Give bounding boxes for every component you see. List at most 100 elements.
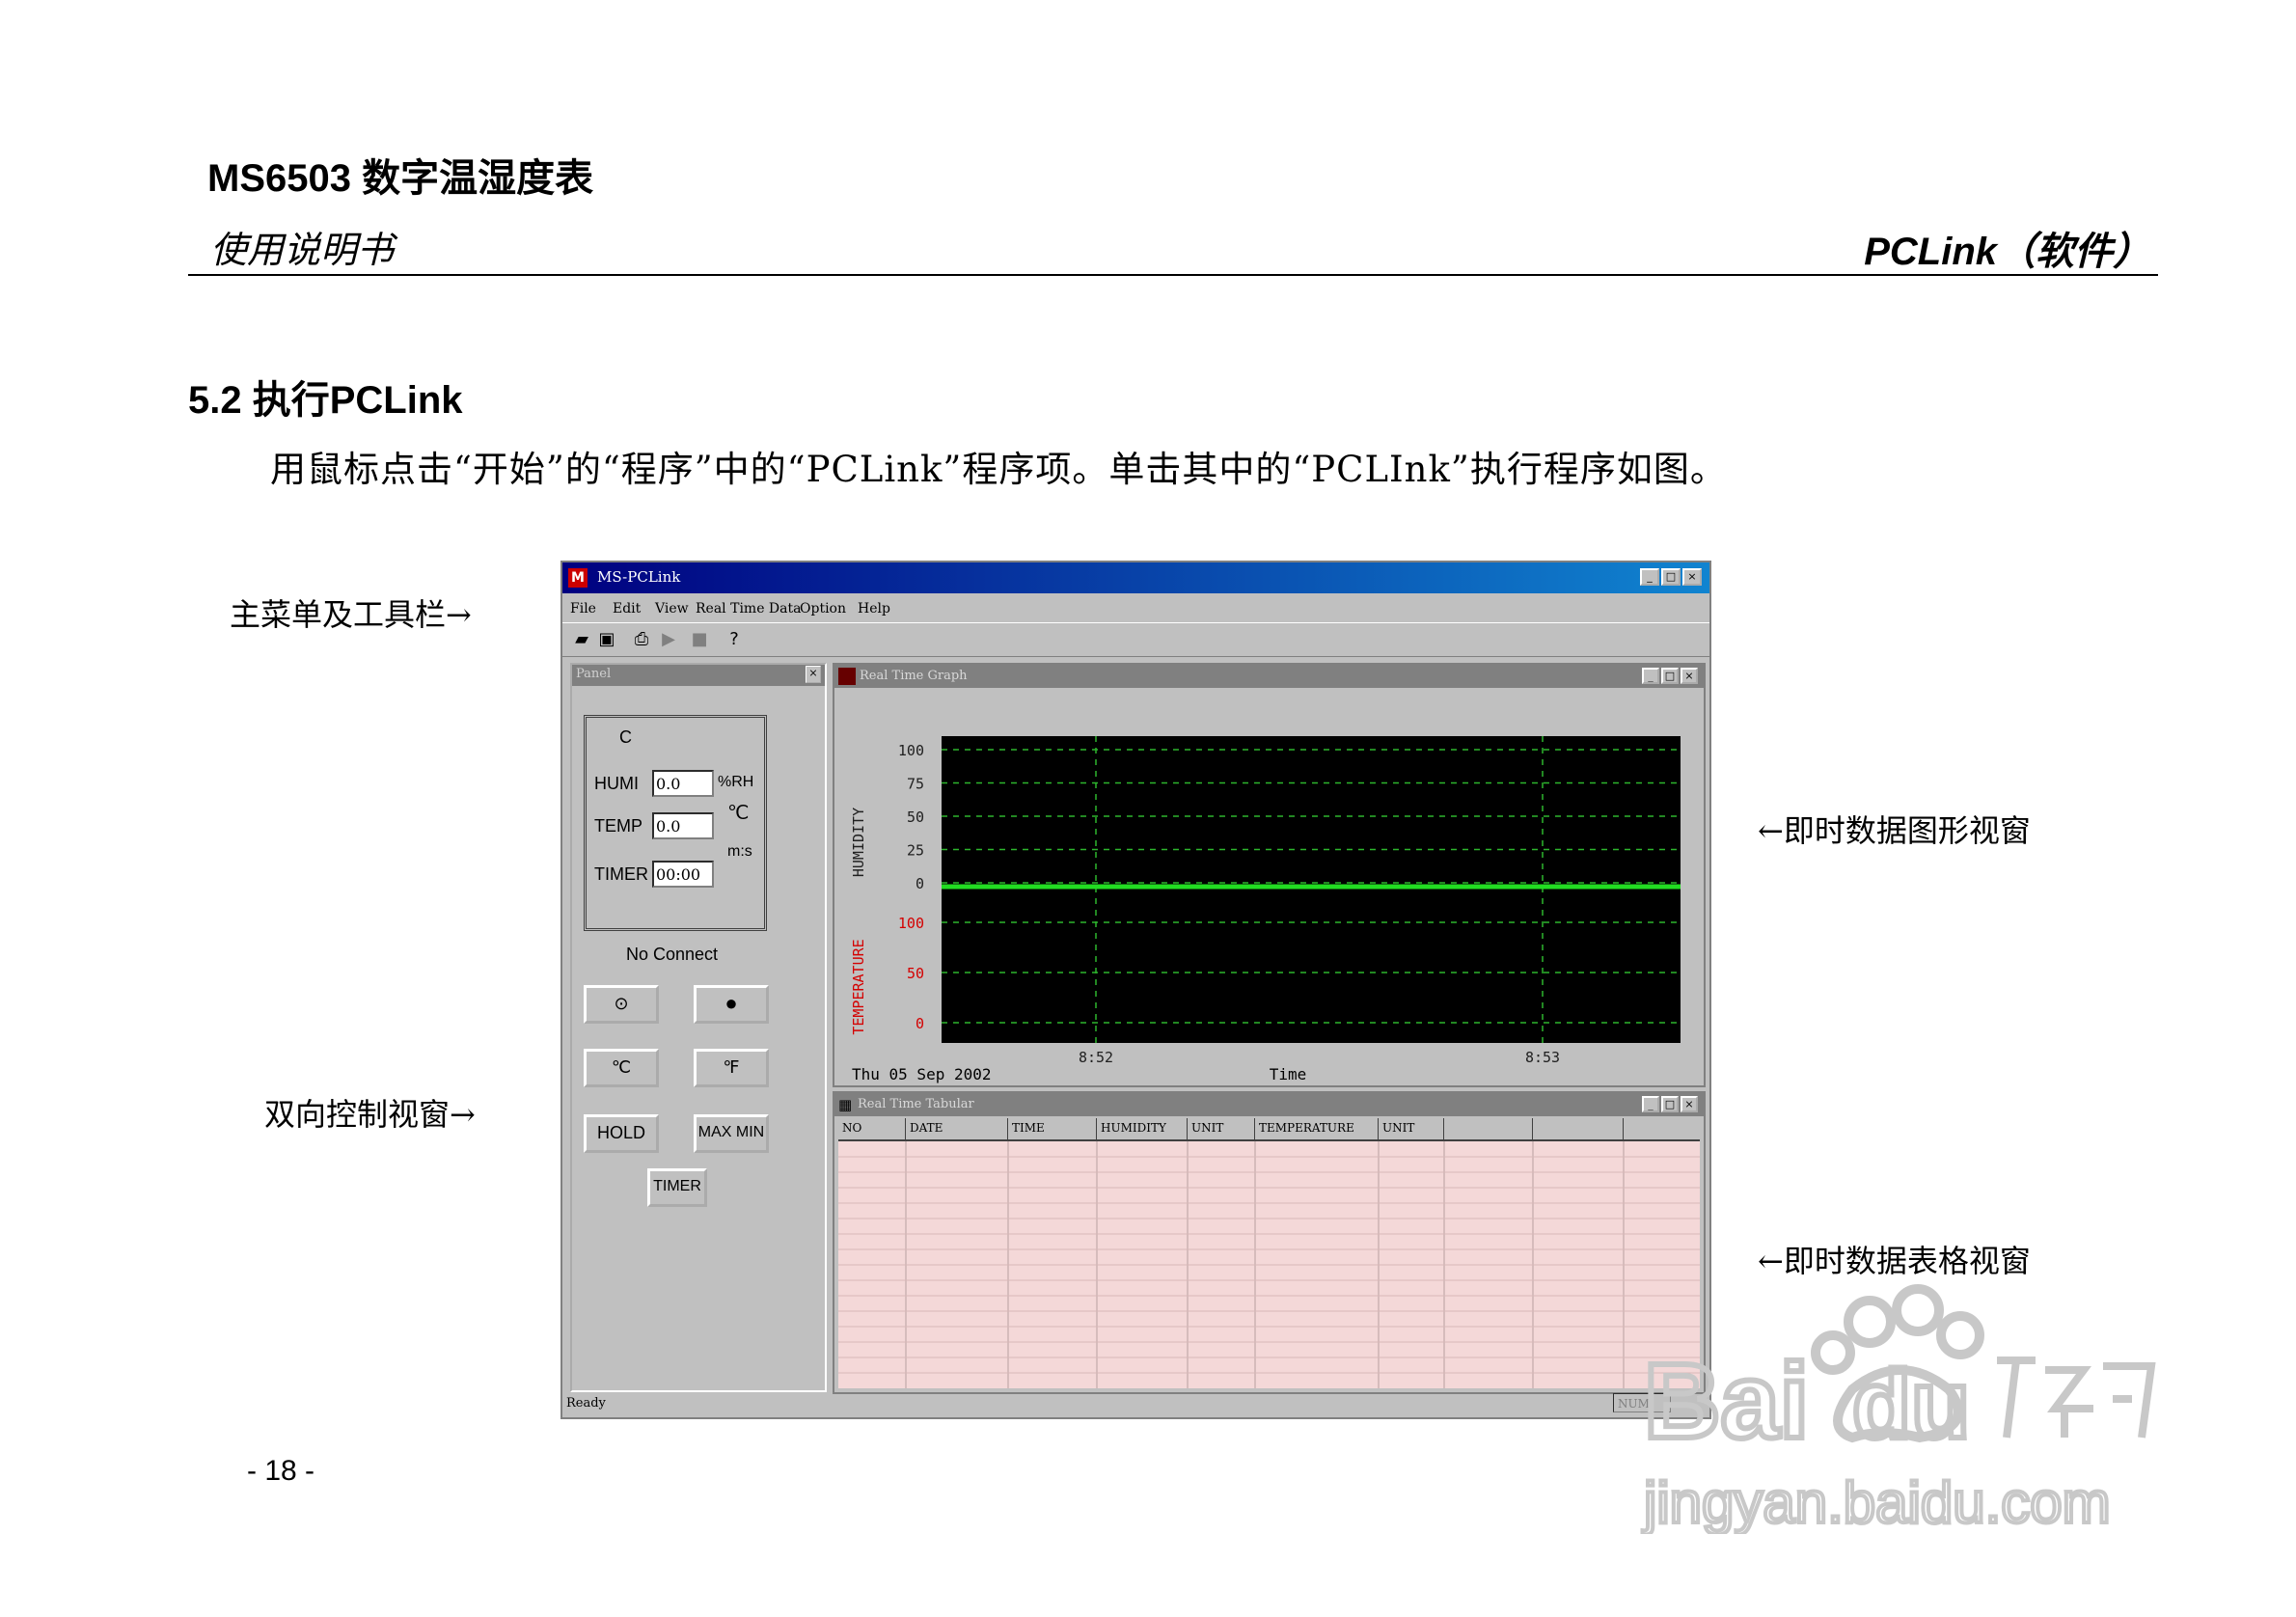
menu-view[interactable]: View <box>655 601 689 617</box>
temp-label: TEMP <box>594 816 643 836</box>
play-icon[interactable]: ▶ <box>657 628 680 651</box>
col-extra-2[interactable] <box>1533 1118 1624 1139</box>
timer-unit: m:s <box>727 843 752 860</box>
panel-close-button[interactable]: × <box>806 666 821 683</box>
control-panel: Panel × C HUMI %RH TEMP ℃ TIMER m:s No C… <box>570 663 827 1392</box>
svg-text:du: du <box>1852 1351 1970 1459</box>
close-button[interactable]: × <box>1682 568 1702 586</box>
note-menu: 主菜单及工具栏→ <box>230 596 472 633</box>
menu-bar: File Edit View Real Time Data Option Hel… <box>562 593 1709 622</box>
temperature-axis-label: TEMPERATURE <box>850 939 867 1034</box>
table-close-button[interactable]: × <box>1681 1096 1698 1112</box>
doc-subtitle: 使用说明书 <box>210 229 395 271</box>
col-time[interactable]: TIME <box>1008 1118 1097 1139</box>
page-number: - 18 - <box>247 1455 315 1487</box>
group-label: C <box>619 727 632 747</box>
humidity-tick-label: 50 <box>907 808 924 826</box>
humi-label: HUMI <box>594 774 639 793</box>
panel-titlebar: Panel × <box>572 665 825 686</box>
record-button[interactable]: ● <box>694 985 769 1024</box>
header-rule <box>188 274 2158 276</box>
maximize-button[interactable]: □ <box>1661 568 1681 586</box>
svg-text:Bai: Bai <box>1644 1342 1809 1461</box>
note-control: 双向控制视窗→ <box>264 1096 476 1133</box>
table-window-icon: ▦ <box>838 1096 853 1113</box>
col-extra-1[interactable] <box>1444 1118 1533 1139</box>
table-maximize-button[interactable]: □ <box>1661 1096 1679 1112</box>
temperature-tick-label: 100 <box>898 915 924 932</box>
temp-unit: ℃ <box>727 803 750 824</box>
minimize-button[interactable]: _ <box>1640 568 1659 586</box>
window-titlebar[interactable]: M MS-PCLink _ □ × <box>562 562 1709 593</box>
time-tick-label: 8:52 <box>1079 1049 1113 1066</box>
help-icon[interactable]: ? <box>723 628 746 651</box>
temperature-tick-label: 0 <box>916 1015 924 1032</box>
timer-field[interactable] <box>652 861 714 888</box>
table-minimize-button[interactable]: _ <box>1642 1096 1659 1112</box>
humi-field[interactable] <box>652 770 714 797</box>
real-time-graph-window: Real Time Graph _ □ × 100 75 50 25 0 100 50 0 8:… <box>833 663 1706 1087</box>
doc-chapter: PCLink（软件） <box>1864 231 2151 273</box>
graph-window-icon <box>838 668 856 685</box>
col-no[interactable]: NO <box>838 1118 906 1139</box>
note-graph: ←即时数据图形视窗 <box>1758 812 2031 849</box>
humi-unit: %RH <box>718 774 754 790</box>
humidity-tick-label: 0 <box>916 875 924 892</box>
col-extra-3[interactable] <box>1624 1118 1700 1139</box>
graph-titlebar[interactable]: Real Time Graph _ □ × <box>834 665 1704 688</box>
graph-date-label: Thu 05 Sep 2002 <box>852 1065 992 1083</box>
panel-title: Panel <box>576 667 612 681</box>
hold-button[interactable]: HOLD <box>584 1114 659 1153</box>
status-bar: Ready NUM <box>562 1390 1709 1417</box>
table-header: NO DATE TIME HUMIDITY UNIT TEMPERATURE U… <box>838 1118 1700 1141</box>
window-title: MS-PCLink <box>597 568 681 586</box>
app-logo-icon: M <box>568 568 588 588</box>
table-titlebar[interactable]: ▦ Real Time Tabular _ □ × <box>834 1093 1704 1116</box>
max-min-button[interactable]: MAX MIN <box>694 1114 769 1153</box>
real-time-tabular-window: ▦ Real Time Tabular _ □ × NO DATE TIME H… <box>833 1091 1706 1394</box>
col-date[interactable]: DATE <box>906 1118 1008 1139</box>
table-body <box>838 1141 1700 1388</box>
menu-option[interactable]: Option <box>800 601 846 617</box>
graph-title: Real Time Graph <box>860 669 968 683</box>
menu-help[interactable]: Help <box>858 601 890 617</box>
graph-canvas: 100 75 50 25 0 100 50 0 8:52 8:53 HUMIDITY TEMPER… <box>850 736 1681 1083</box>
graph-close-button[interactable]: × <box>1681 668 1698 684</box>
status-text: Ready <box>566 1396 606 1411</box>
svg-text:jingyan.baidu.com: jingyan.baidu.com <box>1642 1470 2111 1534</box>
menu-file[interactable]: File <box>570 601 596 617</box>
col-temperature[interactable]: TEMPERATURE <box>1255 1118 1379 1139</box>
connection-status: No Connect <box>626 945 719 964</box>
print-icon[interactable]: ⎙ <box>630 628 653 651</box>
stop-icon[interactable]: ■ <box>688 628 711 651</box>
baidu-watermark-logo: Bai du jingyan.baidu.com <box>1640 1284 2156 1534</box>
doc-title: MS6503 数字温湿度表 <box>207 157 594 200</box>
connect-button[interactable]: ⊙ <box>584 985 659 1024</box>
toolbar: ▰ ▣ ⎙ ▶ ■ ? <box>562 622 1709 657</box>
celsius-button[interactable]: ℃ <box>584 1049 659 1087</box>
fahrenheit-button[interactable]: ℉ <box>694 1049 769 1087</box>
time-tick-label: 8:53 <box>1525 1049 1560 1066</box>
humidity-tick-label: 100 <box>898 742 924 759</box>
pclink-window: M MS-PCLink _ □ × File Edit View Real Ti… <box>560 561 1711 1419</box>
col-unit-humidity[interactable]: UNIT <box>1188 1118 1255 1139</box>
col-humidity[interactable]: HUMIDITY <box>1097 1118 1188 1139</box>
plot-area <box>942 736 1681 1043</box>
col-unit-temperature[interactable]: UNIT <box>1379 1118 1444 1139</box>
x-axis-label: Time <box>1270 1065 1307 1083</box>
graph-minimize-button[interactable]: _ <box>1642 668 1659 684</box>
readout-group: C HUMI %RH TEMP ℃ TIMER m:s <box>584 715 767 931</box>
humidity-tick-label: 25 <box>907 842 924 860</box>
graph-maximize-button[interactable]: □ <box>1661 668 1679 684</box>
humidity-axis-label: HUMIDITY <box>850 808 867 877</box>
table-title: Real Time Tabular <box>858 1097 974 1111</box>
section-title: 5.2 执行PCLink <box>188 379 463 422</box>
temp-field[interactable] <box>652 812 714 839</box>
timer-button[interactable]: TIMER <box>647 1168 707 1207</box>
open-icon[interactable]: ▰ <box>570 628 593 651</box>
section-paragraph: 用鼠标点击“开始”的“程序”中的“PCLink”程序项。单击其中的“PCLInk… <box>270 449 1727 490</box>
menu-edit[interactable]: Edit <box>613 601 641 617</box>
timer-label: TIMER <box>594 864 648 884</box>
save-icon[interactable]: ▣ <box>595 628 618 651</box>
menu-real-time-data[interactable]: Real Time Data <box>696 601 801 617</box>
